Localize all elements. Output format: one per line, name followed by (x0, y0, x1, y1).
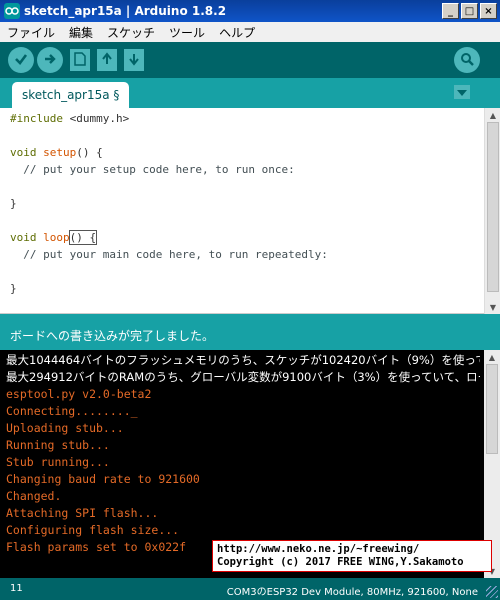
console-line: 最大294912バイトのRAMのうち、グローバル変数が9100バイト（3%）を使… (6, 370, 480, 384)
console-line: Running stub... (6, 438, 110, 452)
close-button[interactable]: × (480, 3, 497, 19)
menu-tools[interactable]: ツール (162, 24, 212, 41)
status-message: ボードへの書き込みが完了しました。 (10, 328, 215, 343)
console-line: 最大1044464バイトのフラッシュメモリのうち、スケッチが102420バイト（… (6, 353, 480, 367)
new-icon (74, 51, 86, 69)
menu-bar: ファイル 編集 スケッチ ツール ヘルプ (0, 22, 500, 42)
scroll-down-icon[interactable]: ▼ (485, 300, 500, 314)
line-number: 11 (10, 583, 23, 594)
new-button[interactable] (70, 49, 90, 71)
menu-edit[interactable]: 編集 (62, 24, 100, 41)
chevron-down-icon (457, 85, 467, 99)
scroll-thumb[interactable] (486, 364, 498, 454)
menu-sketch[interactable]: スケッチ (100, 24, 162, 41)
code-line: } (10, 282, 17, 295)
board-info: COM3のESP32 Dev Module, 80MHz, 921600, No… (226, 587, 478, 598)
console-line: esptool.py v2.0-beta2 (6, 387, 152, 401)
code-line: } (10, 197, 17, 210)
scroll-up-icon[interactable]: ▲ (485, 108, 500, 122)
footer-bar: 11 COM3のESP32 Dev Module, 80MHz, 921600,… (0, 578, 500, 600)
menu-file[interactable]: ファイル (0, 24, 62, 41)
tab-sketch[interactable]: sketch_apr15a § (12, 82, 130, 108)
console-line: Attaching SPI flash... (6, 506, 159, 520)
code-line: void loop() { (10, 230, 98, 245)
title-bar: sketch_apr15a | Arduino 1.8.2 _ □ × (0, 0, 500, 22)
upload-button[interactable] (37, 47, 63, 73)
verify-button[interactable] (8, 47, 34, 73)
console-line: Configuring flash size... (6, 523, 180, 537)
editor-scrollbar[interactable]: ▲ ▼ (484, 108, 500, 314)
tab-menu-button[interactable] (454, 85, 470, 99)
code-area[interactable]: #include <dummy.h> void setup() { // put… (10, 110, 328, 297)
console-line: Connecting........_ (6, 404, 138, 418)
copyright-watermark: http://www.neko.ne.jp/~freewing/ Copyrig… (212, 540, 492, 572)
code-line: // put your setup code here, to run once… (10, 163, 295, 176)
resize-grip-icon[interactable] (486, 586, 498, 598)
save-icon (128, 52, 140, 69)
toolbar (0, 42, 500, 78)
tab-bar: sketch_apr15a § (0, 78, 500, 108)
window-title: sketch_apr15a | Arduino 1.8.2 (24, 4, 227, 18)
serial-monitor-icon (459, 51, 475, 70)
minimize-button[interactable]: _ (442, 3, 459, 19)
code-line: // put your main code here, to run repea… (10, 248, 328, 261)
open-button[interactable] (97, 49, 117, 71)
open-icon (101, 51, 113, 69)
console-line: Changing baud rate to 921600 (6, 472, 200, 486)
serial-monitor-button[interactable] (454, 47, 480, 73)
menu-help[interactable]: ヘルプ (212, 24, 262, 41)
code-editor[interactable]: #include <dummy.h> void setup() { // put… (0, 108, 500, 314)
verify-icon (14, 52, 28, 69)
save-button[interactable] (124, 49, 144, 71)
watermark-copyright: Copyright (c) 2017 FREE WING,Y.Sakamoto (217, 556, 464, 568)
code-line: #include <dummy.h> (10, 112, 130, 125)
upload-icon (43, 52, 57, 69)
code-line: void setup() { (10, 146, 103, 159)
watermark-url: http://www.neko.ne.jp/~freewing/ (217, 543, 420, 555)
console-line: Changed. (6, 489, 62, 503)
arduino-logo-icon (4, 3, 20, 19)
status-bar: ボードへの書き込みが完了しました。 (0, 320, 500, 350)
console-line: Uploading stub... (6, 421, 124, 435)
scroll-thumb[interactable] (487, 122, 499, 292)
console-line: Stub running... (6, 455, 110, 469)
maximize-button[interactable]: □ (461, 3, 478, 19)
scroll-up-icon[interactable]: ▲ (484, 350, 500, 364)
